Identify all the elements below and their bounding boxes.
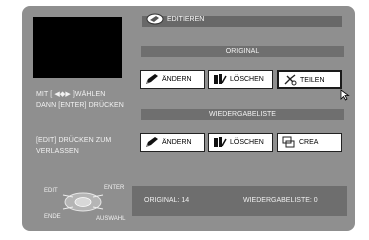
remote-dial-icon bbox=[62, 192, 104, 212]
original-count: ORIGINAL: 14 bbox=[144, 197, 190, 204]
exit-hint: [EDIT] DRÜCKEN ZUM VERLASSEN bbox=[36, 137, 112, 155]
original-split-label: TEILEN bbox=[300, 77, 325, 84]
delete-icon bbox=[214, 137, 227, 147]
playlist-create-button[interactable]: CREA bbox=[277, 133, 342, 152]
cursor-arrow-icon bbox=[340, 89, 350, 101]
split-icon bbox=[284, 74, 297, 86]
playlist-delete-button[interactable]: LÖSCHEN bbox=[208, 133, 273, 152]
video-preview bbox=[33, 17, 122, 78]
playlist-create-label: CREA bbox=[299, 139, 319, 146]
create-icon bbox=[282, 136, 295, 148]
original-change-label: ÄNDERN bbox=[162, 76, 192, 83]
original-delete-label: LÖSCHEN bbox=[230, 76, 264, 83]
edit-key-label: EDIT bbox=[44, 188, 58, 194]
playlist-section-label: WIEDERGABELISTE bbox=[141, 109, 344, 120]
original-change-button[interactable]: ÄNDERN bbox=[140, 70, 205, 89]
playlist-change-label: ÄNDERN bbox=[162, 139, 192, 146]
playlist-delete-label: LÖSCHEN bbox=[230, 139, 264, 146]
enter-key-label: ENTER bbox=[104, 185, 125, 191]
page-title: EDITIEREN bbox=[167, 16, 205, 23]
select-key-label: AUSWAHL bbox=[96, 216, 126, 222]
original-delete-button[interactable]: LÖSCHEN bbox=[208, 70, 273, 89]
end-key-label: ENDE bbox=[44, 214, 61, 220]
original-section-label: ORIGINAL bbox=[141, 46, 344, 57]
pencil-icon bbox=[146, 137, 158, 147]
status-bar: ORIGINAL: 14 WIEDERGABELISTE: 0 bbox=[132, 186, 347, 216]
edit-hand-icon bbox=[146, 13, 164, 25]
title-bar: EDITIEREN bbox=[132, 13, 342, 27]
playlist-count: WIEDERGABELISTE: 0 bbox=[243, 197, 318, 204]
original-split-button[interactable]: TEILEN bbox=[277, 70, 342, 89]
delete-icon bbox=[214, 74, 227, 84]
pencil-icon bbox=[146, 74, 158, 84]
select-hint: MIT [ ◀◆▶ ]WÄHLEN DANN [ENTER] DRÜCKEN bbox=[36, 91, 124, 109]
playlist-change-button[interactable]: ÄNDERN bbox=[140, 133, 205, 152]
